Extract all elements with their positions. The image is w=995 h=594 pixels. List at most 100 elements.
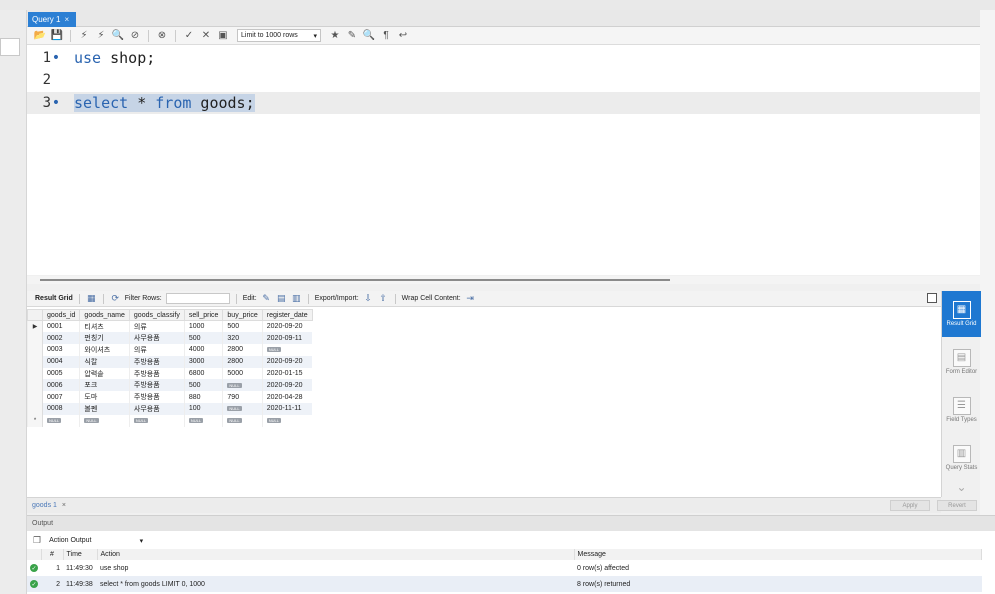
copy-icon[interactable]: ❐ bbox=[33, 535, 41, 546]
table-cell[interactable]: 주방용품 bbox=[128, 355, 185, 368]
broom-icon[interactable]: ✎ bbox=[345, 29, 359, 43]
table-cell[interactable]: NULL bbox=[41, 414, 80, 427]
table-row[interactable]: 0007 도마 주방용품 880 790 2020-04-28 bbox=[27, 391, 313, 404]
table-cell[interactable]: 0004 bbox=[41, 355, 80, 368]
table-cell[interactable]: 0008 bbox=[41, 403, 80, 415]
table-cell[interactable]: 의류 bbox=[128, 344, 185, 356]
table-cell[interactable]: NULL bbox=[79, 414, 130, 427]
explain-icon[interactable]: 🔍 bbox=[111, 29, 125, 43]
stop-icon[interactable]: ⊘ bbox=[128, 29, 142, 43]
tab-query-1[interactable]: Query 1 × bbox=[28, 12, 76, 27]
table-cell[interactable]: NULL bbox=[222, 379, 263, 392]
apply-button[interactable]: Apply bbox=[890, 500, 930, 511]
column-header[interactable]: # bbox=[41, 549, 64, 560]
table-cell[interactable]: 0002 bbox=[41, 332, 80, 345]
result-grid[interactable]: goods_id goods_name goods_classify sell_… bbox=[27, 307, 941, 497]
row-marker[interactable] bbox=[27, 344, 43, 356]
table-cell[interactable]: 5000 bbox=[222, 367, 263, 380]
commit-icon[interactable]: ✓ bbox=[182, 29, 196, 43]
output-type-select[interactable]: Action Output ▾ bbox=[46, 535, 146, 547]
table-cell[interactable]: 2020-09-20 bbox=[261, 379, 313, 392]
table-cell[interactable]: 0007 bbox=[41, 391, 80, 404]
toggle-panel-icon[interactable] bbox=[927, 293, 937, 303]
table-cell[interactable]: 펀칭기 bbox=[79, 332, 130, 345]
beautify-icon[interactable]: ★ bbox=[328, 29, 342, 43]
export-icon[interactable]: ⇩ bbox=[363, 293, 374, 304]
table-cell[interactable]: 의류 bbox=[128, 320, 185, 333]
grid-icon[interactable]: ▦ bbox=[86, 293, 97, 304]
table-cell[interactable]: 0005 bbox=[41, 367, 80, 380]
column-header[interactable]: sell_price bbox=[183, 309, 224, 321]
table-cell[interactable]: 사무용품 bbox=[128, 332, 185, 345]
table-cell[interactable]: 3000 bbox=[183, 355, 223, 368]
limit-rows-select[interactable]: Limit to 1000 rows ▾ bbox=[237, 29, 321, 42]
table-cell[interactable]: NULL bbox=[183, 414, 223, 427]
table-cell[interactable]: 6800 bbox=[183, 367, 223, 380]
invisible-chars-icon[interactable]: ¶ bbox=[379, 29, 393, 43]
open-file-icon[interactable]: 📂 bbox=[33, 29, 47, 43]
table-cell[interactable]: 주방용품 bbox=[128, 379, 185, 392]
row-marker[interactable] bbox=[27, 355, 43, 368]
table-cell[interactable]: 2020-01-15 bbox=[261, 367, 313, 380]
table-cell[interactable]: 880 bbox=[183, 391, 223, 404]
table-cell[interactable]: 0003 bbox=[41, 344, 80, 356]
side-result-grid-button[interactable]: ▦ Result Grid bbox=[942, 291, 981, 337]
table-cell[interactable]: 도마 bbox=[79, 391, 130, 404]
save-icon[interactable]: 💾 bbox=[50, 29, 64, 43]
revert-button[interactable]: Revert bbox=[937, 500, 977, 511]
sql-editor[interactable]: 1 • use shop; 2 3 • select * from goods; bbox=[27, 45, 980, 275]
table-cell[interactable]: NULL bbox=[261, 344, 313, 356]
wrap-lines-icon[interactable]: ↩ bbox=[396, 29, 410, 43]
table-cell[interactable]: 500 bbox=[222, 320, 263, 333]
import-icon[interactable]: ⇧ bbox=[378, 293, 389, 304]
column-header[interactable]: goods_id bbox=[41, 309, 81, 321]
table-cell[interactable]: 0001 bbox=[41, 320, 80, 333]
edit-row-icon[interactable]: ✎ bbox=[261, 293, 272, 304]
tab-goods-1[interactable]: goods 1 bbox=[32, 502, 57, 509]
table-cell[interactable]: 1000 bbox=[183, 320, 223, 333]
table-cell[interactable]: 포크 bbox=[79, 379, 130, 392]
table-cell[interactable]: NULL bbox=[128, 414, 185, 427]
table-cell[interactable]: 2020-09-20 bbox=[261, 320, 313, 333]
close-tab-icon[interactable]: × bbox=[62, 502, 66, 509]
table-row[interactable]: 0006 포크 주방용품 500 NULL 2020-09-20 bbox=[27, 379, 313, 392]
table-cell[interactable]: 볼펜 bbox=[79, 403, 130, 415]
output-row[interactable]: ✓ 2 11:49:38 select * from goods LIMIT 0… bbox=[27, 576, 982, 592]
refresh-icon[interactable]: ⟳ bbox=[110, 293, 121, 304]
table-cell[interactable]: 4000 bbox=[183, 344, 223, 356]
table-row[interactable]: 0005 압력솥 주방용품 6800 5000 2020-01-15 bbox=[27, 367, 313, 380]
column-header[interactable]: Action bbox=[97, 549, 575, 560]
wrap-cell-icon[interactable]: ⇥ bbox=[465, 293, 476, 304]
table-cell[interactable]: NULL bbox=[222, 403, 263, 415]
filter-rows-input[interactable] bbox=[165, 293, 230, 304]
table-cell[interactable]: 500 bbox=[183, 332, 223, 345]
close-tab-icon[interactable]: × bbox=[64, 15, 69, 24]
table-cell[interactable]: 주방용품 bbox=[128, 391, 185, 404]
table-cell[interactable]: 500 bbox=[183, 379, 223, 392]
table-row[interactable]: 0003 와이셔츠 의류 4000 2800 NULL bbox=[27, 344, 313, 356]
table-cell[interactable]: 식칼 bbox=[79, 355, 130, 368]
column-header[interactable]: goods_classify bbox=[128, 309, 185, 321]
left-panel-collapsed[interactable] bbox=[0, 38, 20, 56]
table-cell[interactable]: 2020-09-11 bbox=[261, 332, 313, 345]
current-row-marker-icon[interactable]: ▶ bbox=[27, 320, 43, 333]
table-cell[interactable]: 0006 bbox=[41, 379, 80, 392]
table-cell[interactable]: 2020-09-20 bbox=[261, 355, 313, 368]
delete-row-icon[interactable]: ▥ bbox=[291, 293, 302, 304]
execute-current-icon[interactable]: ⚡ bbox=[94, 29, 108, 43]
table-cell[interactable]: 와이셔츠 bbox=[79, 344, 130, 356]
table-cell[interactable]: 320 bbox=[222, 332, 263, 345]
new-row[interactable]: * NULL NULL NULL NULL NULL NULL bbox=[27, 414, 313, 427]
table-row[interactable]: 0002 펀칭기 사무용품 500 320 2020-09-11 bbox=[27, 332, 313, 345]
table-cell[interactable]: NULL bbox=[222, 414, 263, 427]
column-header[interactable]: register_date bbox=[261, 309, 313, 321]
table-cell[interactable]: 790 bbox=[222, 391, 263, 404]
table-cell[interactable]: NULL bbox=[261, 414, 313, 427]
row-marker[interactable] bbox=[27, 332, 43, 345]
editor-scrollbar-thumb[interactable] bbox=[40, 279, 670, 281]
table-cell[interactable]: 사무용품 bbox=[128, 403, 185, 415]
find-icon[interactable]: 🔍 bbox=[362, 29, 376, 43]
row-marker[interactable] bbox=[27, 403, 43, 415]
table-cell[interactable]: 2800 bbox=[222, 355, 263, 368]
table-row[interactable]: ▶ 0001 티셔츠 의류 1000 500 2020-09-20 bbox=[27, 320, 313, 333]
